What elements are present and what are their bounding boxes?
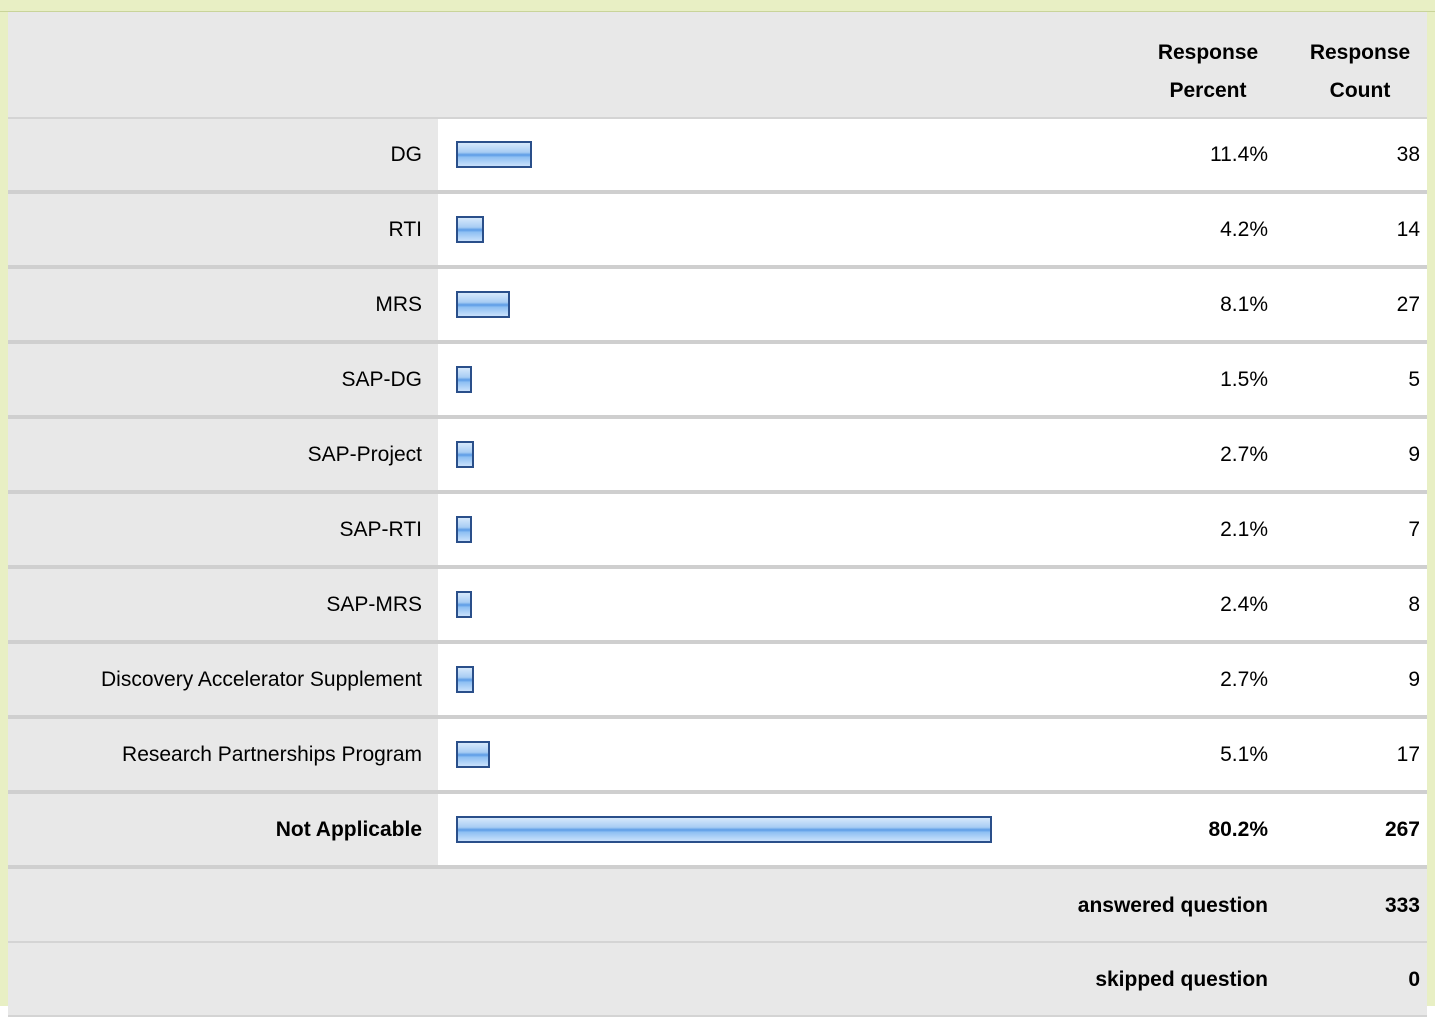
- response-bar: [456, 291, 510, 318]
- table-row: Discovery Accelerator Supplement 2.7% 9: [8, 644, 1427, 719]
- response-count-value: 14: [1396, 218, 1420, 241]
- answered-question-row: answered question 333: [8, 869, 1427, 943]
- bar-cell: [438, 269, 1427, 340]
- table-header: Response Percent Response Count: [8, 12, 1427, 119]
- answer-option-label: Discovery Accelerator Supplement: [8, 644, 438, 715]
- answered-question-label: answered question: [1077, 894, 1268, 917]
- frame-right-border: [1427, 0, 1435, 1006]
- response-count-value: 27: [1396, 293, 1420, 316]
- response-count-value: 9: [1408, 443, 1420, 466]
- response-percent-value: 11.4%: [1210, 143, 1268, 166]
- bar-cell: [438, 194, 1427, 265]
- response-count-value: 267: [1384, 818, 1420, 841]
- response-bar: [456, 741, 490, 768]
- response-bar: [456, 216, 484, 243]
- response-percent-value: 2.4%: [1220, 593, 1268, 616]
- response-bar: [456, 666, 474, 693]
- table-row: SAP-RTI 2.1% 7: [8, 494, 1427, 569]
- table-row: SAP-Project 2.7% 9: [8, 419, 1427, 494]
- bar-cell: [438, 719, 1427, 790]
- response-percent-header-line2: Percent: [1169, 79, 1247, 102]
- bar-cell: [438, 119, 1427, 190]
- table-row: Not Applicable 80.2% 267: [8, 794, 1427, 869]
- response-count-header-line1: Response: [1309, 41, 1411, 64]
- table-row: RTI 4.2% 14: [8, 194, 1427, 269]
- answer-option-label: SAP-Project: [8, 419, 438, 490]
- response-count-header-line2: Count: [1329, 79, 1391, 102]
- response-count-value: 17: [1396, 743, 1420, 766]
- bar-cell: [438, 419, 1427, 490]
- response-bar: [456, 141, 532, 168]
- response-bar: [456, 441, 474, 468]
- answer-option-label: SAP-DG: [8, 344, 438, 415]
- answer-option-label: Research Partnerships Program: [8, 719, 438, 790]
- bar-cell: [438, 794, 1427, 865]
- response-percent-value: 5.1%: [1220, 743, 1268, 766]
- answer-option-label: Not Applicable: [8, 794, 438, 865]
- bar-cell: [438, 569, 1427, 640]
- response-bar: [456, 366, 472, 393]
- response-count-value: 9: [1408, 668, 1420, 691]
- response-percent-value: 2.7%: [1220, 443, 1268, 466]
- response-count-value: 7: [1408, 518, 1420, 541]
- bar-cell: [438, 344, 1427, 415]
- results-table: Response Percent Response Count DG 11.4% 3…: [8, 12, 1427, 1017]
- response-percent-value: 4.2%: [1220, 218, 1268, 241]
- response-percent-value: 2.7%: [1220, 668, 1268, 691]
- frame-left-border: [0, 0, 8, 1006]
- table-row: SAP-MRS 2.4% 8: [8, 569, 1427, 644]
- answer-option-label: RTI: [8, 194, 438, 265]
- table-row: Research Partnerships Program 5.1% 17: [8, 719, 1427, 794]
- answer-option-label: SAP-RTI: [8, 494, 438, 565]
- table-body: DG 11.4% 38 RTI 4.2% 14 MRS 8.1% 27 SAP-DG 1.5% 5 SA…: [8, 119, 1427, 869]
- top-strip: [0, 0, 1435, 12]
- response-bar: [456, 516, 472, 543]
- response-count-value: 38: [1396, 143, 1420, 166]
- response-bar: [456, 591, 472, 618]
- response-percent-value: 80.2%: [1208, 818, 1268, 841]
- table-row: SAP-DG 1.5% 5: [8, 344, 1427, 419]
- response-percent-value: 2.1%: [1220, 518, 1268, 541]
- table-row: MRS 8.1% 27: [8, 269, 1427, 344]
- response-percent-value: 1.5%: [1220, 368, 1268, 391]
- bar-cell: [438, 494, 1427, 565]
- answer-option-label: MRS: [8, 269, 438, 340]
- answer-option-label: SAP-MRS: [8, 569, 438, 640]
- response-count-value: 8: [1408, 593, 1420, 616]
- table-row: DG 11.4% 38: [8, 119, 1427, 194]
- response-count-header: Response Count: [1293, 34, 1427, 110]
- answer-option-label: DG: [8, 119, 438, 190]
- response-percent-value: 8.1%: [1220, 293, 1268, 316]
- response-bar: [456, 816, 992, 843]
- answered-question-value: 333: [1384, 894, 1420, 917]
- bar-cell: [438, 644, 1427, 715]
- response-percent-header: Response Percent: [1138, 34, 1278, 110]
- response-percent-header-line1: Response: [1157, 41, 1259, 64]
- response-count-value: 5: [1408, 368, 1420, 391]
